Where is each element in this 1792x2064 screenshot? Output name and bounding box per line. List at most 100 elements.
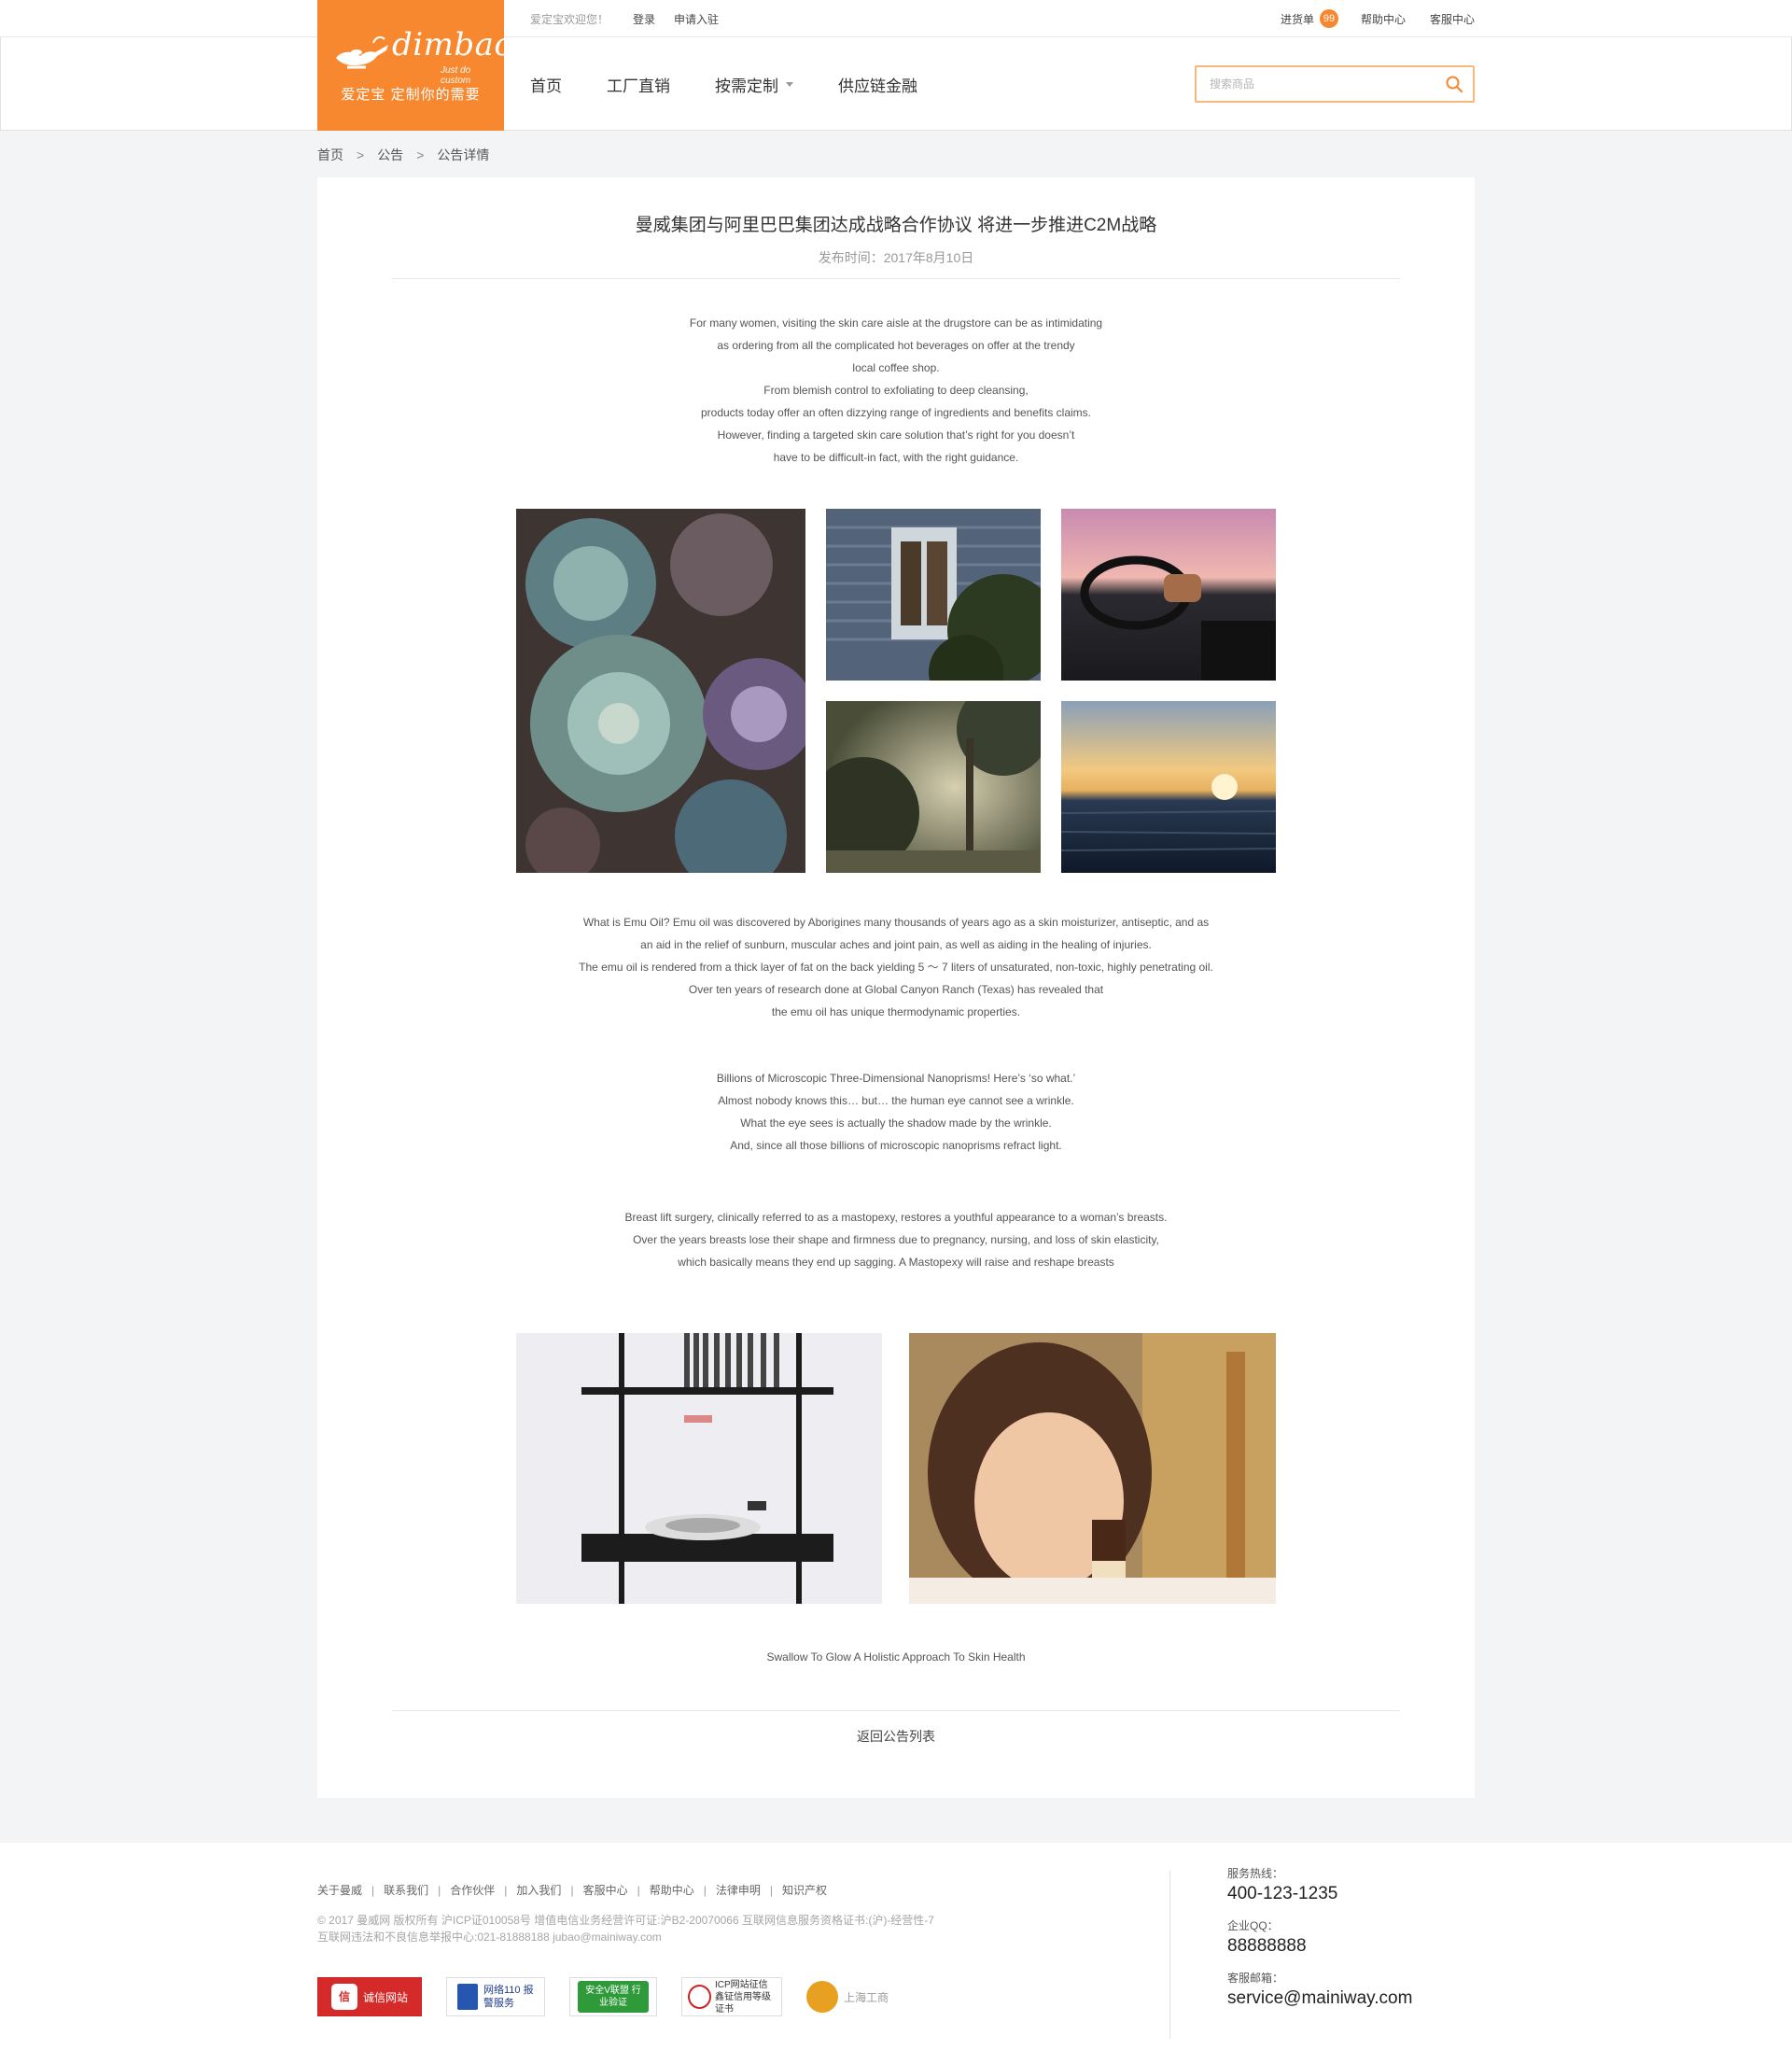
- divider: [392, 1710, 1400, 1711]
- sunset-sea-photo: [1061, 701, 1276, 873]
- paragraph-2: What is Emu Oil? Emu oil was discovered …: [317, 911, 1475, 1023]
- breadcrumb-notice[interactable]: 公告: [377, 146, 403, 164]
- footer-link[interactable]: 关于曼威: [317, 1882, 362, 1898]
- paragraph-1: For many women, visiting the skin care a…: [317, 312, 1475, 469]
- apply-link[interactable]: 申请入驻: [674, 11, 719, 27]
- seal-icon: [688, 1985, 712, 2009]
- paragraph-line: Breast lift surgery, clinically referred…: [624, 1211, 1168, 1224]
- shanghai-commerce-badge[interactable]: 上海工商: [806, 1977, 889, 2016]
- breadcrumb-home[interactable]: 首页: [317, 146, 343, 164]
- paragraph-line: Over the years breasts lose their shape …: [633, 1233, 1159, 1246]
- breadcrumb-separator: >: [357, 147, 365, 162]
- nav-factory-direct[interactable]: 工厂直销: [607, 73, 670, 96]
- footer-link-separator: |: [438, 1883, 441, 1897]
- paragraph-3: Billions of Microscopic Three-Dimensiona…: [317, 1067, 1475, 1157]
- footer-links: 关于曼威 | 联系我们 | 合作伙伴 | 加入我们 | 客服中心 | 帮助中心 …: [317, 1882, 827, 1898]
- service-center-link[interactable]: 客服中心: [1430, 11, 1475, 27]
- login-link[interactable]: 登录: [633, 11, 655, 27]
- footer-link[interactable]: 合作伙伴: [450, 1882, 495, 1898]
- breadcrumb: 首页 > 公告 > 公告详情: [317, 146, 489, 164]
- footer-link-separator: |: [769, 1883, 773, 1897]
- shield-icon: 信: [330, 1984, 357, 2010]
- security-alliance-badge[interactable]: 安全V联盟 行业验证: [569, 1977, 657, 2016]
- credit-site-badge[interactable]: 信 诚信网站: [317, 1977, 422, 2016]
- record-player-photo: [516, 1333, 882, 1604]
- succulent-photo: [516, 509, 805, 873]
- footer-link[interactable]: 知识产权: [782, 1882, 827, 1898]
- nav-supply-chain-finance[interactable]: 供应链金融: [838, 73, 917, 96]
- email-value[interactable]: service@mainiway.com: [1227, 1987, 1412, 2011]
- foggy-forest-photo: [826, 701, 1041, 873]
- paragraph-line: However, finding a targeted skin care so…: [717, 428, 1075, 442]
- footer-link[interactable]: 法律申明: [716, 1882, 761, 1898]
- badge-label: 安全V联盟 行业验证: [578, 1981, 649, 2013]
- footer-link-separator: |: [703, 1883, 707, 1897]
- nav-custom-label: 按需定制: [715, 77, 778, 95]
- back-to-list-link[interactable]: 返回公告列表: [317, 1727, 1475, 1746]
- girl-dessert-photo: [909, 1333, 1276, 1604]
- search-box: [1195, 65, 1475, 103]
- welcome-text: 爱定宝欢迎您！: [530, 12, 609, 26]
- nav-home[interactable]: 首页: [530, 73, 562, 96]
- footer-link-separator: |: [570, 1883, 574, 1897]
- footer-link-separator: |: [637, 1883, 640, 1897]
- chevron-down-icon: [786, 81, 793, 87]
- trust-badges: 信 诚信网站 网络110 报警服务 安全V联盟 行业验证 ICP网站征信 鑫钲信…: [317, 1977, 913, 2016]
- paragraph-line: as ordering from all the complicated hot…: [717, 339, 1075, 352]
- logo-slogan: 爱定宝 定制你的需要: [341, 87, 481, 103]
- police-110-badge[interactable]: 网络110 报警服务: [446, 1977, 545, 2016]
- cart-link[interactable]: 进货单 99: [1281, 9, 1338, 28]
- footer-link[interactable]: 客服中心: [583, 1882, 628, 1898]
- search-input[interactable]: [1197, 67, 1435, 101]
- report-text: 互联网违法和不良信息举报中心:021-81888188 jubao@mainiw…: [317, 1931, 662, 1944]
- emblem-icon: [806, 1981, 838, 2013]
- paragraph-4: Breast lift surgery, clinically referred…: [317, 1206, 1475, 1273]
- logo[interactable]: dimbao Just do custom 爱定宝 定制你的需要: [317, 0, 513, 131]
- paragraph-line: an aid in the relief of sunburn, muscula…: [640, 938, 1152, 951]
- footer-link[interactable]: 加入我们: [516, 1882, 561, 1898]
- copyright-text: © 2017 曼威网 版权所有 沪ICP证010058号 增值电信业务经营许可证…: [317, 1914, 934, 1927]
- logo-brand: dimbao Just do custom: [332, 21, 513, 86]
- paragraph-line: products today offer an often dizzying r…: [700, 406, 1092, 419]
- paragraph-line: local coffee shop.: [852, 361, 940, 374]
- cart-label: 进货单: [1280, 12, 1314, 26]
- paragraph-line: Over ten years of research done at Globa…: [688, 983, 1104, 996]
- search-button[interactable]: [1435, 67, 1473, 101]
- footer-link[interactable]: 帮助中心: [650, 1882, 694, 1898]
- breadcrumb-current: 公告详情: [437, 147, 490, 162]
- car-driver-photo: [1061, 509, 1276, 681]
- top-right-links: 进货单 99 帮助中心 客服中心: [1281, 0, 1475, 37]
- logo-wordmark: dimbao: [392, 26, 514, 63]
- footer-link[interactable]: 联系我们: [384, 1882, 428, 1898]
- help-center-link[interactable]: 帮助中心: [1361, 11, 1406, 27]
- footer: 关于曼威 | 联系我们 | 合作伙伴 | 加入我们 | 客服中心 | 帮助中心 …: [0, 1843, 1792, 2064]
- nav-custom[interactable]: 按需定制: [715, 73, 793, 96]
- divider: [392, 278, 1400, 279]
- image-caption: Swallow To Glow A Holistic Approach To S…: [766, 1650, 1026, 1664]
- top-bar: [0, 0, 1792, 37]
- contact-info: 服务热线： 400-123-1235 企业QQ： 88888888 客服邮箱： …: [1227, 1865, 1412, 2022]
- logo-tagline: Just do custom: [441, 65, 471, 86]
- paragraph-line: And, since all those billions of microsc…: [730, 1139, 1062, 1152]
- paragraph-line: have to be difficult-in fact, with the r…: [773, 451, 1019, 464]
- badge-label: 诚信网站: [362, 1990, 408, 2004]
- paragraph-line: Billions of Microscopic Three-Dimensiona…: [716, 1072, 1076, 1085]
- qq-label: 企业QQ：: [1227, 1919, 1279, 1932]
- main-nav: 首页 工厂直销 按需定制 供应链金融: [530, 37, 962, 131]
- icp-credit-badge[interactable]: ICP网站征信 鑫钲信用等级证书: [681, 1977, 782, 2016]
- cart-count-badge: 99: [1319, 9, 1338, 28]
- breadcrumb-separator: >: [416, 147, 425, 162]
- footer-link-separator: |: [371, 1883, 375, 1897]
- badge-label: 网络110 报警服务: [483, 1985, 534, 2009]
- badge-label: 上海工商: [844, 1990, 889, 2004]
- paragraph-line: What is Emu Oil? Emu oil was discovered …: [582, 916, 1210, 929]
- paragraph-line: For many women, visiting the skin care a…: [689, 316, 1103, 330]
- article-title: 曼威集团与阿里巴巴集团达成战略合作协议 将进一步推进C2M战略: [635, 216, 1157, 235]
- house-window-photo: [826, 509, 1041, 681]
- paragraph-line: which basically means they end up saggin…: [678, 1256, 1114, 1269]
- police-icon: [457, 1984, 478, 2010]
- footer-divider: [1169, 1871, 1170, 2039]
- paragraph-line: the emu oil has unique thermodynamic pro…: [771, 1005, 1021, 1018]
- paragraph-line: The emu oil is rendered from a thick lay…: [579, 961, 1213, 974]
- genie-lamp-icon: [336, 35, 388, 69]
